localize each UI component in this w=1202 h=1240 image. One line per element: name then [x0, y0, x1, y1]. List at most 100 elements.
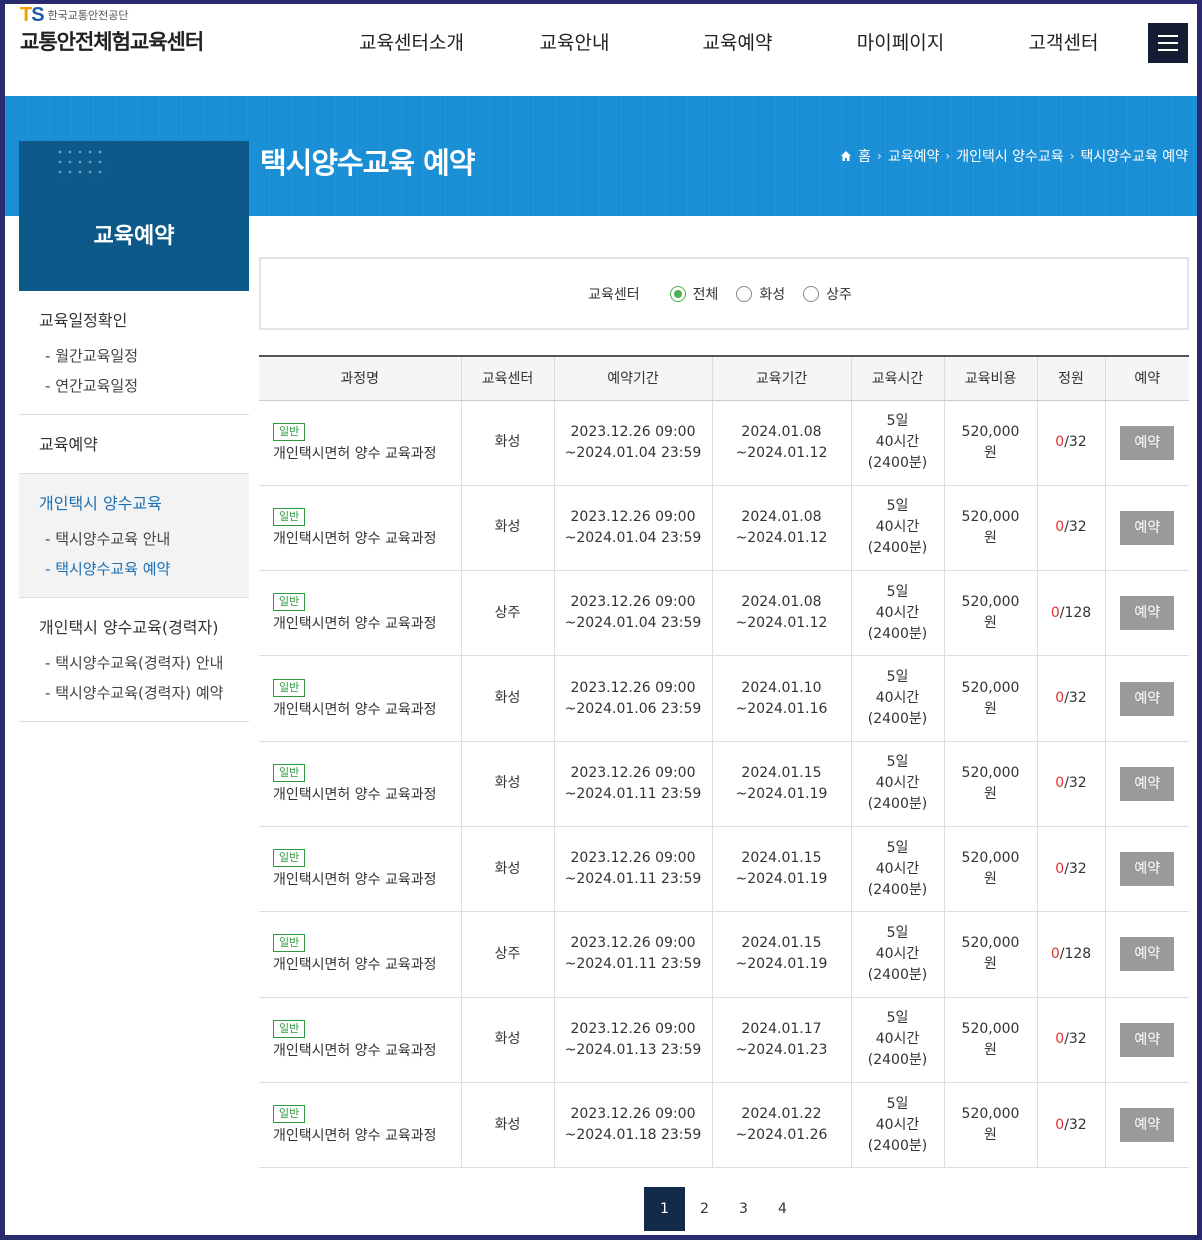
radio-hwaseong[interactable]: 화성 — [736, 284, 785, 304]
capacity-cell: 0/32 — [1036, 741, 1105, 827]
page-3[interactable]: 3 — [724, 1187, 763, 1231]
cost-cell: 520,000 원 — [943, 655, 1037, 742]
main-nav: 교육센터소개 교육안내 교육예약 마이페이지 고객센터 — [330, 28, 1145, 55]
course-name[interactable]: 개인택시면허 양수 교육과정 — [273, 529, 461, 550]
education-time-cell: 5일 40시간 (2400분) — [850, 570, 944, 657]
book-button[interactable]: 예약 — [1120, 1108, 1175, 1143]
course-cell: 일반 개인택시면허 양수 교육과정 — [259, 655, 461, 742]
education-time-cell: 5일 40시간 (2400분) — [850, 997, 944, 1083]
hamburger-menu-icon[interactable] — [1148, 23, 1188, 63]
general-badge: 일반 — [273, 1105, 306, 1124]
sidebar-subitem-experienced-guide[interactable]: - 택시양수교육(경력자) 안내 — [39, 652, 249, 673]
reservation-period-cell: 2023.12.26 09:00 ~2024.01.04 23:59 — [553, 400, 712, 486]
table-row: 일반 개인택시면허 양수 교육과정 상주 2023.12.26 09:00 ~2024.… — [259, 570, 1189, 657]
radio-label-hwaseong: 화성 — [759, 286, 786, 303]
cost-cell: 520,000 원 — [943, 826, 1037, 913]
book-cell: 예약 — [1104, 655, 1189, 742]
course-cell: 일반 개인택시면허 양수 교육과정 — [259, 741, 461, 827]
sidebar-subitem-monthly[interactable]: - 월간교육일정 — [39, 345, 249, 366]
col-education-time: 교육시간 — [850, 355, 944, 401]
education-time-cell: 5일 40시간 (2400분) — [850, 826, 944, 913]
breadcrumb: 홈 › 교육예약 › 개인택시 양수교육 › 택시양수교육 예약 — [840, 146, 1188, 166]
education-time-cell: 5일 40시간 (2400분) — [850, 1082, 944, 1169]
course-cell: 일반 개인택시면허 양수 교육과정 — [259, 485, 461, 572]
book-button[interactable]: 예약 — [1120, 766, 1175, 801]
book-button[interactable]: 예약 — [1120, 852, 1175, 887]
cost-cell: 520,000 원 — [943, 570, 1037, 657]
course-name[interactable]: 개인택시면허 양수 교육과정 — [273, 700, 461, 721]
education-time-cell: 5일 40시간 (2400분) — [850, 655, 944, 742]
course-name[interactable]: 개인택시면허 양수 교육과정 — [273, 870, 461, 891]
sidebar-subitem-experienced-reservation[interactable]: - 택시양수교육(경력자) 예약 — [39, 682, 249, 703]
breadcrumb-reservation[interactable]: 교육예약 — [888, 146, 940, 166]
sidebar-subitem-taxi-reservation[interactable]: - 택시양수교육 예약 — [39, 558, 249, 579]
center-cell: 상주 — [460, 911, 554, 998]
book-button[interactable]: 예약 — [1120, 937, 1175, 972]
course-name[interactable]: 개인택시면허 양수 교육과정 — [273, 955, 461, 976]
education-time-cell: 5일 40시간 (2400분) — [850, 485, 944, 572]
cost-cell: 520,000 원 — [943, 485, 1037, 572]
sidebar-subitem-taxi-guide[interactable]: - 택시양수교육 안내 — [39, 528, 249, 549]
sidebar-group-taxi: 개인택시 양수교육 - 택시양수교육 안내 - 택시양수교육 예약 — [19, 474, 249, 598]
nav-reservation[interactable]: 교육예약 — [656, 28, 819, 55]
radio-label-sangju: 상주 — [826, 286, 852, 303]
home-icon[interactable] — [840, 150, 852, 162]
radio-checked-icon[interactable] — [669, 285, 686, 302]
col-course-name: 과정명 — [259, 355, 461, 401]
book-button[interactable]: 예약 — [1120, 1022, 1175, 1057]
book-cell: 예약 — [1104, 485, 1189, 572]
breadcrumb-taxi-education[interactable]: 개인택시 양수교육 — [956, 146, 1064, 166]
radio-unchecked-icon[interactable] — [736, 285, 753, 302]
reservation-period-cell: 2023.12.26 09:00 ~2024.01.11 23:59 — [553, 911, 712, 998]
site-logo[interactable]: TS 한국교통안전공단 교통안전체험교육센터 — [20, 5, 204, 56]
page-2[interactable]: 2 — [685, 1187, 724, 1231]
education-period-cell: 2024.01.15 ~2024.01.19 — [711, 826, 851, 913]
course-name[interactable]: 개인택시면허 양수 교육과정 — [273, 614, 461, 635]
radio-sangju[interactable]: 상주 — [803, 284, 852, 304]
sidebar-subitem-yearly[interactable]: - 연간교육일정 — [39, 375, 249, 396]
breadcrumb-current[interactable]: 택시양수교육 예약 — [1081, 146, 1189, 166]
center-cell: 화성 — [460, 400, 554, 486]
cost-cell: 520,000 원 — [943, 1082, 1037, 1169]
course-name[interactable]: 개인택시면허 양수 교육과정 — [273, 785, 461, 806]
cost-cell: 520,000 원 — [943, 911, 1037, 998]
general-badge: 일반 — [273, 593, 306, 612]
chevron-right-icon: › — [1069, 149, 1075, 163]
book-cell: 예약 — [1104, 741, 1189, 827]
book-button[interactable]: 예약 — [1120, 425, 1175, 460]
page-title: 택시양수교육 예약 — [260, 146, 476, 180]
book-button[interactable]: 예약 — [1120, 681, 1175, 716]
nav-mypage[interactable]: 마이페이지 — [819, 28, 982, 55]
book-button[interactable]: 예약 — [1120, 510, 1175, 545]
sidebar-item-schedule[interactable]: 교육일정확인 — [39, 307, 249, 331]
education-period-cell: 2024.01.15 ~2024.01.19 — [711, 741, 851, 827]
nav-education-guide[interactable]: 교육안내 — [493, 28, 656, 55]
course-name[interactable]: 개인택시면허 양수 교육과정 — [273, 444, 461, 465]
nav-customer-center[interactable]: 고객센터 — [982, 28, 1145, 55]
radio-all[interactable]: 전체 — [669, 284, 718, 304]
table-header-row: 과정명 교육센터 예약기간 교육기간 교육시간 교육비용 정원 예약 — [259, 355, 1189, 401]
table-row: 일반 개인택시면허 양수 교육과정 화성 2023.12.26 09:00 ~2024.… — [259, 400, 1189, 486]
breadcrumb-home[interactable]: 홈 — [858, 146, 871, 166]
book-button[interactable]: 예약 — [1120, 596, 1175, 631]
sidebar-item-reservation[interactable]: 교육예약 — [39, 431, 249, 455]
col-capacity: 정원 — [1036, 355, 1105, 401]
capacity-cell: 0/32 — [1036, 826, 1105, 913]
center-cell: 화성 — [460, 1082, 554, 1169]
chevron-right-icon: › — [945, 149, 951, 163]
course-name[interactable]: 개인택시면허 양수 교육과정 — [273, 1041, 461, 1062]
sidebar-item-taxi-experienced[interactable]: 개인택시 양수교육(경력자) — [39, 614, 249, 638]
nav-center-intro[interactable]: 교육센터소개 — [330, 28, 493, 55]
education-time-cell: 5일 40시간 (2400분) — [850, 741, 944, 827]
education-period-cell: 2024.01.15 ~2024.01.19 — [711, 911, 851, 998]
capacity-cell: 0/32 — [1036, 997, 1105, 1083]
center-cell: 화성 — [460, 997, 554, 1083]
course-cell: 일반 개인택시면허 양수 교육과정 — [259, 826, 461, 913]
page-1[interactable]: 1 — [644, 1187, 685, 1231]
pagination: 1 2 3 4 — [644, 1187, 802, 1231]
course-name[interactable]: 개인택시면허 양수 교육과정 — [273, 1126, 461, 1147]
center-cell: 화성 — [460, 655, 554, 742]
sidebar-item-taxi-education[interactable]: 개인택시 양수교육 — [39, 490, 249, 514]
page-4[interactable]: 4 — [763, 1187, 802, 1231]
radio-unchecked-icon[interactable] — [803, 285, 820, 302]
